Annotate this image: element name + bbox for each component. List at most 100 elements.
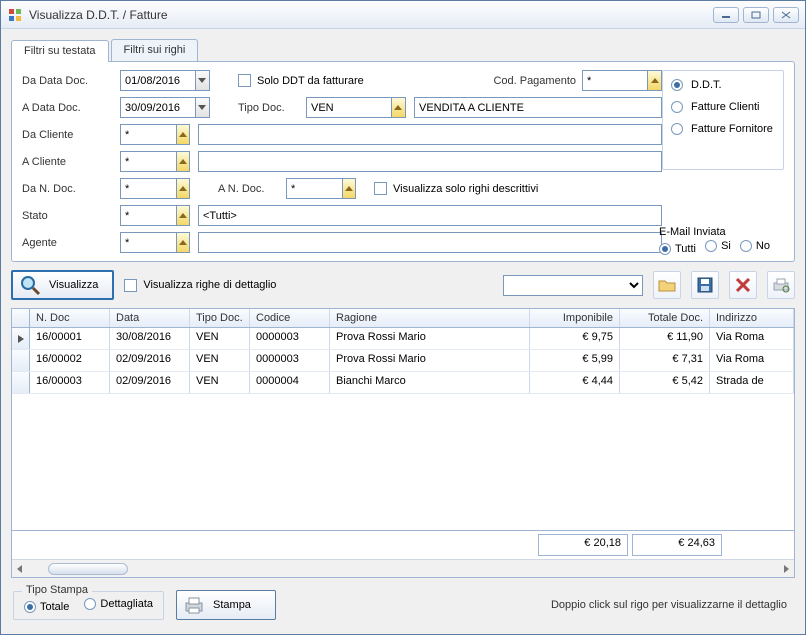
a-data-doc-field[interactable] <box>120 97 210 118</box>
tab-filtri-righi[interactable]: Filtri sui righi <box>111 39 199 61</box>
cod-pagamento-input[interactable] <box>582 70 647 91</box>
lookup-icon[interactable] <box>176 151 190 172</box>
col-data[interactable]: Data <box>110 309 190 327</box>
a-cliente-input[interactable] <box>120 151 176 172</box>
radio-fatt-for-label: Fatture Fornitore <box>691 123 773 135</box>
radio-email-no[interactable]: No <box>740 240 770 252</box>
chevron-down-icon[interactable] <box>195 70 210 91</box>
da-cliente-desc[interactable] <box>198 124 662 145</box>
lookup-icon[interactable] <box>342 178 356 199</box>
titlebar: Visualizza D.D.T. / Fatture <box>1 1 805 29</box>
table-row[interactable]: 16/0000202/09/2016VEN0000003Prova Rossi … <box>12 350 794 372</box>
col-totale[interactable]: Totale Doc. <box>620 309 710 327</box>
table-row[interactable]: 16/0000130/08/2016VEN0000003Prova Rossi … <box>12 328 794 350</box>
grid-footer: € 20,18 € 24,63 <box>12 530 794 559</box>
radio-stampa-totale[interactable]: Totale <box>24 601 69 613</box>
lookup-icon[interactable] <box>647 70 662 91</box>
da-cliente-input[interactable] <box>120 124 176 145</box>
agente-input[interactable] <box>120 232 176 253</box>
a-n-doc-field[interactable] <box>286 178 356 199</box>
magnifier-icon <box>19 274 41 296</box>
lookup-icon[interactable] <box>176 232 190 253</box>
radio-fatture-fornitore[interactable]: Fatture Fornitore <box>671 123 775 135</box>
agente-field[interactable] <box>120 232 190 253</box>
stato-label: Stato <box>22 210 112 222</box>
col-indirizzo[interactable]: Indirizzo <box>710 309 794 327</box>
solo-ddt-label: Solo DDT da fatturare <box>257 75 364 87</box>
a-data-doc-input[interactable] <box>120 97 195 118</box>
stampa-button[interactable]: Stampa <box>176 590 276 620</box>
stato-input[interactable] <box>120 205 176 226</box>
lookup-icon[interactable] <box>176 178 190 199</box>
a-cliente-desc[interactable] <box>198 151 662 172</box>
agente-desc[interactable] <box>198 232 662 253</box>
a-data-doc-label: A Data Doc. <box>22 102 112 114</box>
total-totale: € 24,63 <box>632 534 722 556</box>
total-imponibile: € 20,18 <box>538 534 628 556</box>
tab-panel-testata: D.D.T. Fatture Clienti Fatture Fornitore… <box>11 61 795 262</box>
lookup-icon[interactable] <box>176 124 190 145</box>
tipo-stampa-group: Tipo Stampa Totale Dettagliata <box>13 591 164 620</box>
a-n-doc-input[interactable] <box>286 178 342 199</box>
action-row: Visualizza Visualizza righe di dettaglio <box>11 270 795 300</box>
lookup-icon[interactable] <box>391 97 406 118</box>
radio-fatt-cli-label: Fatture Clienti <box>691 101 759 113</box>
app-window: Visualizza D.D.T. / Fatture Filtri su te… <box>0 0 806 635</box>
col-ndoc[interactable]: N. Doc <box>30 309 110 327</box>
col-tipo[interactable]: Tipo Doc. <box>190 309 250 327</box>
tipo-doc-field[interactable] <box>306 97 406 118</box>
maximize-button[interactable] <box>743 7 769 23</box>
print-preview-button[interactable] <box>767 271 795 299</box>
horizontal-scrollbar[interactable] <box>12 559 794 577</box>
grid-body: 16/0000130/08/2016VEN0000003Prova Rossi … <box>12 328 794 530</box>
table-row[interactable]: 16/0000302/09/2016VEN0000004Bianchi Marc… <box>12 372 794 394</box>
hint-text: Doppio click sul rigo per visualizzarne … <box>551 599 793 611</box>
scroll-left-icon[interactable] <box>12 561 28 577</box>
lookup-icon[interactable] <box>176 205 190 226</box>
radio-ddt[interactable]: D.D.T. <box>671 79 775 91</box>
footer: Tipo Stampa Totale Dettagliata Stampa Do… <box>11 586 795 624</box>
da-n-doc-input[interactable] <box>120 178 176 199</box>
open-folder-button[interactable] <box>653 271 681 299</box>
col-ragione[interactable]: Ragione <box>330 309 530 327</box>
tab-filtri-testata[interactable]: Filtri su testata <box>11 40 109 62</box>
close-button[interactable] <box>773 7 799 23</box>
minimize-button[interactable] <box>713 7 739 23</box>
dettaglio-righe-checkbox[interactable] <box>124 279 137 292</box>
a-n-doc-label: A N. Doc. <box>218 183 278 195</box>
scroll-thumb[interactable] <box>48 563 128 575</box>
radio-ddt-label: D.D.T. <box>691 79 722 91</box>
scroll-right-icon[interactable] <box>778 561 794 577</box>
visualizza-button[interactable]: Visualizza <box>11 270 114 300</box>
radio-fatture-clienti[interactable]: Fatture Clienti <box>671 101 775 113</box>
tipo-doc-input[interactable] <box>306 97 391 118</box>
stato-desc[interactable] <box>198 205 662 226</box>
radio-email-si[interactable]: Si <box>705 240 731 252</box>
radio-email-tutti[interactable]: Tutti <box>659 243 696 255</box>
chevron-down-icon[interactable] <box>195 97 210 118</box>
printer-icon <box>183 594 205 616</box>
dropdown-empty[interactable] <box>503 275 643 296</box>
col-codice[interactable]: Codice <box>250 309 330 327</box>
cod-pagamento-field[interactable] <box>582 70 662 91</box>
save-button[interactable] <box>691 271 719 299</box>
grid-header: N. Doc Data Tipo Doc. Codice Ragione Imp… <box>12 309 794 328</box>
da-cliente-field[interactable] <box>120 124 190 145</box>
da-n-doc-label: Da N. Doc. <box>22 183 112 195</box>
visualizza-righi-checkbox[interactable] <box>374 182 387 195</box>
da-data-doc-field[interactable] <box>120 70 210 91</box>
app-icon <box>7 7 23 23</box>
col-imponibile[interactable]: Imponibile <box>530 309 620 327</box>
cod-pagamento-label: Cod. Pagamento <box>493 75 576 87</box>
da-n-doc-field[interactable] <box>120 178 190 199</box>
radio-stampa-dettagliata[interactable]: Dettagliata <box>84 598 153 610</box>
da-data-doc-input[interactable] <box>120 70 195 91</box>
visualizza-label: Visualizza <box>49 279 98 291</box>
delete-button[interactable] <box>729 271 757 299</box>
solo-ddt-checkbox[interactable] <box>238 74 251 87</box>
tipo-doc-desc[interactable] <box>414 97 662 118</box>
a-cliente-field[interactable] <box>120 151 190 172</box>
stato-field[interactable] <box>120 205 190 226</box>
da-data-doc-label: Da Data Doc. <box>22 75 112 87</box>
a-cliente-label: A Cliente <box>22 156 112 168</box>
